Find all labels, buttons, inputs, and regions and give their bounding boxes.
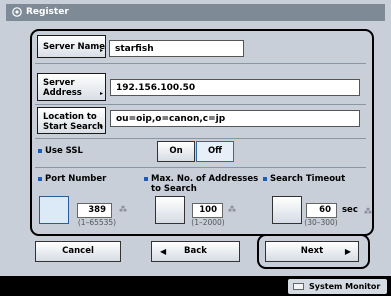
search-timeout-label: Search Timeout — [263, 174, 345, 184]
port-range: (1–65535) — [77, 218, 117, 227]
bullet-icon — [263, 176, 267, 181]
timeout-unit: sec — [342, 205, 358, 215]
divider — [35, 138, 366, 139]
server-name-button-label: Server Name — [43, 42, 106, 52]
server-address-button-label-1: Server — [43, 78, 75, 88]
ssl-on-button[interactable]: On — [157, 141, 195, 162]
next-arrow-icon: ▶ — [344, 247, 351, 256]
port-number-label: Port Number — [38, 174, 106, 184]
search-timeout-range: (30–300) — [304, 218, 338, 227]
server-name-field[interactable]: starfish — [109, 40, 244, 57]
divider — [35, 104, 366, 105]
bullet-icon — [144, 176, 148, 181]
next-button[interactable]: Next ▶ — [265, 241, 359, 262]
back-button-label: Back — [184, 246, 207, 256]
next-button-label: Next — [300, 246, 324, 256]
divider — [35, 167, 366, 168]
max-addresses-label: Max. No. of Addresses to Search — [144, 174, 258, 194]
port-number-button[interactable] — [39, 196, 69, 224]
location-field[interactable]: ou=oip,o=canon,c=jp — [110, 110, 360, 127]
server-address-button[interactable]: Server Address ▸ — [37, 73, 106, 101]
back-arrow-icon: ◀ — [160, 247, 167, 256]
system-monitor-button[interactable]: System Monitor — [288, 279, 387, 294]
bullet-icon — [38, 176, 42, 181]
divider — [35, 63, 366, 64]
max-addresses-field[interactable]: 100 — [192, 203, 223, 218]
location-button[interactable]: Location to Start Search ▸ — [37, 107, 106, 134]
ssl-off-button[interactable]: Off — [196, 141, 234, 162]
port-number-field[interactable]: 389 — [77, 203, 112, 218]
arrow-icon: ▸ — [99, 90, 103, 97]
server-address-button-label-2: Address — [43, 88, 82, 98]
bullet-icon — [38, 148, 42, 153]
keypad-icon: ⁂ — [364, 207, 372, 216]
server-name-button[interactable]: Server Name ▸ — [37, 35, 106, 58]
system-monitor-label: System Monitor — [309, 282, 381, 291]
max-addresses-button[interactable] — [155, 196, 185, 224]
keypad-icon: ⁂ — [119, 205, 127, 214]
search-timeout-button[interactable] — [272, 196, 302, 224]
arrow-icon: ▸ — [99, 47, 103, 54]
max-addresses-range: (1–2000) — [191, 218, 225, 227]
monitor-icon — [293, 283, 304, 290]
search-timeout-field[interactable]: 60 — [306, 203, 337, 218]
register-icon — [12, 7, 22, 17]
window-title: Register — [26, 7, 69, 17]
back-button[interactable]: ◀ Back — [151, 241, 240, 262]
use-ssl-label: Use SSL — [38, 146, 83, 156]
arrow-icon: ▸ — [99, 123, 103, 130]
location-button-label-2: Start Search — [43, 122, 104, 132]
title-bar: Register — [6, 4, 385, 21]
location-button-label-1: Location to — [43, 112, 97, 122]
register-screen: Register Server Name ▸ starfish Server A… — [0, 0, 391, 276]
server-address-field[interactable]: 192.156.100.50 — [110, 79, 360, 96]
cancel-button[interactable]: Cancel — [35, 241, 121, 262]
keypad-icon: ⁂ — [228, 205, 236, 214]
